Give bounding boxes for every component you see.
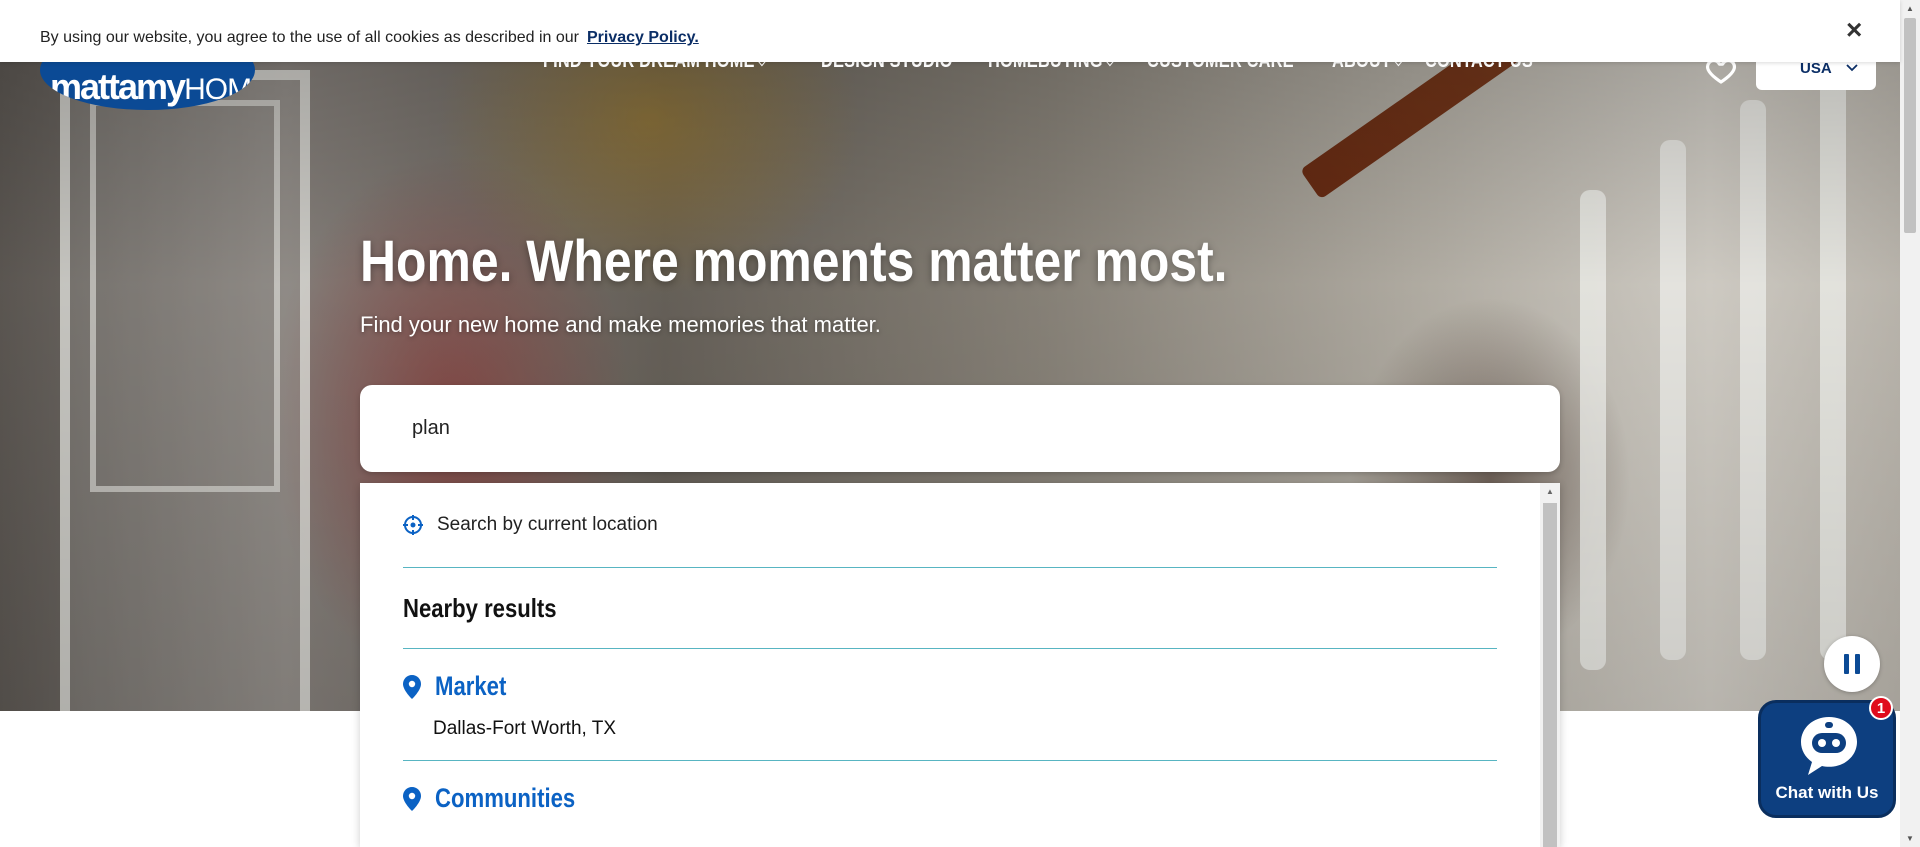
suggestion-group-title: Communities [435, 783, 576, 813]
pause-video-button[interactable] [1824, 636, 1880, 692]
suggestions-scrollbar[interactable]: ▲ [1540, 483, 1560, 847]
chat-label: Chat with Us [1775, 783, 1879, 802]
nearby-results-heading: Nearby results [403, 568, 1497, 649]
search-box[interactable] [360, 385, 1560, 472]
map-pin-icon [403, 674, 421, 699]
search-input[interactable] [410, 416, 1510, 441]
page-scrollbar[interactable]: ▲ ▼ [1900, 0, 1920, 847]
hero-subheadline: Find your new home and make memories tha… [360, 312, 881, 337]
suggestion-group-market: Market [403, 649, 1497, 702]
logo-text: mattamyHOMES [50, 66, 255, 107]
suggestion-group-communities: Communities [403, 761, 1497, 814]
chevron-down-icon [1846, 64, 1858, 72]
pause-icon [1844, 654, 1849, 674]
search-suggestions: Search by current location Nearby result… [360, 483, 1560, 847]
privacy-policy-link[interactable]: Privacy Policy. [587, 29, 699, 46]
crosshair-icon [403, 515, 423, 535]
current-location-option[interactable]: Search by current location [403, 483, 1497, 568]
chatbot-icon [1801, 717, 1857, 775]
suggestion-group-title: Market [435, 671, 507, 701]
cookie-banner: By using our website, you agree to the u… [0, 0, 1900, 62]
close-icon[interactable]: × [1846, 14, 1862, 46]
map-pin-icon [403, 786, 421, 811]
country-label: USA [1800, 59, 1832, 77]
notification-badge: 1 [1869, 696, 1893, 720]
cookie-text: By using our website, you agree to the u… [40, 29, 699, 46]
current-location-label: Search by current location [437, 514, 658, 535]
suggestion-item[interactable]: Dallas-Fort Worth, TX [403, 702, 1497, 761]
hero-headline: Home. Where moments matter most. [360, 229, 1228, 294]
